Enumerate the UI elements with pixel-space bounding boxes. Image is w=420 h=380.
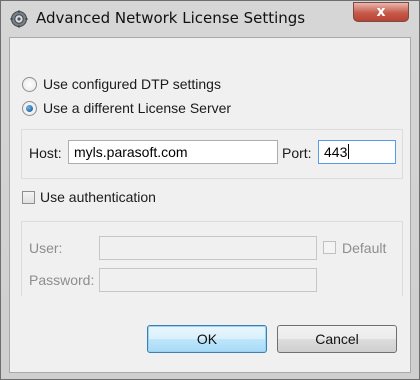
- window-title: Advanced Network License Settings: [36, 9, 306, 27]
- user-label: User:: [29, 240, 63, 256]
- default-checkbox[interactable]: [323, 241, 336, 254]
- default-label: Default: [342, 240, 387, 256]
- radio-use-license-server-label: Use a different License Server: [43, 100, 232, 116]
- port-value: 443: [324, 144, 348, 160]
- radio-icon: [22, 76, 37, 92]
- gear-icon: [10, 10, 28, 28]
- user-input[interactable]: [99, 236, 317, 260]
- host-label: Host:: [29, 145, 62, 161]
- password-label: Password:: [29, 272, 95, 288]
- radio-use-dtp[interactable]: Use configured DTP settings: [22, 74, 221, 94]
- host-value: myls.parasoft.com: [74, 144, 188, 160]
- use-authentication-checkbox[interactable]: [22, 191, 35, 204]
- close-icon: x: [376, 4, 386, 20]
- host-input[interactable]: myls.parasoft.com: [68, 140, 278, 164]
- use-authentication-label: Use authentication: [40, 189, 156, 205]
- dialog-window: Advanced Network License Settings x Use …: [0, 0, 420, 380]
- cancel-button[interactable]: Cancel: [277, 325, 397, 353]
- radio-use-license-server[interactable]: Use a different License Server: [22, 98, 231, 118]
- port-label: Port:: [282, 145, 312, 161]
- title-bar[interactable]: Advanced Network License Settings x: [1, 1, 419, 37]
- license-server-group: Host: myls.parasoft.com Port: 443: [21, 129, 403, 179]
- port-input[interactable]: 443: [318, 140, 396, 164]
- text-caret: [348, 144, 350, 159]
- radio-use-dtp-label: Use configured DTP settings: [43, 76, 221, 92]
- ok-button[interactable]: OK: [147, 325, 267, 353]
- radio-selected-icon: [22, 100, 37, 116]
- close-button[interactable]: x: [353, 2, 409, 22]
- authentication-group: User: Default Password:: [21, 221, 403, 296]
- password-input[interactable]: [99, 268, 317, 292]
- dialog-body: Use configured DTP settings Use a differ…: [9, 37, 411, 373]
